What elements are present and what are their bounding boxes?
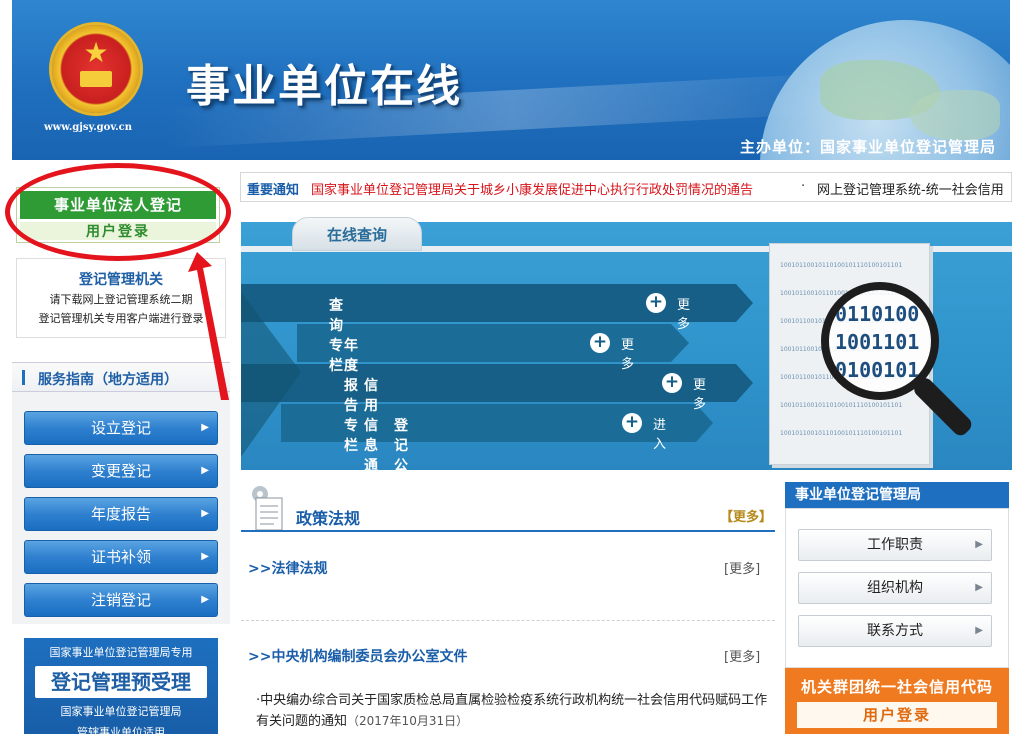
- plus-circle-icon[interactable]: +: [662, 373, 682, 393]
- article-link[interactable]: ·中央编办综合司关于国家质检总局直属检验检疫系统行政机构统一社会信用代码赋码工作…: [256, 690, 776, 732]
- registration-authority-box[interactable]: 登记管理机关 请下载网上登记管理系统二期 登记管理机关专用客户端进行登录: [16, 258, 226, 338]
- more-link[interactable]: 更多: [621, 334, 634, 372]
- organization-button[interactable]: 组织机构 ▶: [798, 572, 992, 604]
- policy-title: 政策法规: [296, 509, 361, 528]
- notice-second-link[interactable]: 网上登记管理系统-统一社会信用: [817, 179, 1004, 198]
- article-date: （2017年10月31日）: [347, 714, 469, 728]
- plus-circle-icon[interactable]: +: [622, 413, 642, 433]
- pre-acceptance-banner[interactable]: 国家事业单位登记管理局专用 登记管理预受理 国家事业单位登记管理局 管辖事业单位…: [24, 638, 218, 734]
- certificate-reissue-button[interactable]: 证书补领 ▶: [24, 540, 218, 574]
- change-registration-button[interactable]: 变更登记 ▶: [24, 454, 218, 488]
- document-gear-icon: [252, 486, 283, 531]
- registration-authority-title: 登记管理机关: [79, 272, 163, 288]
- civil-code-box: 机关群团统一社会信用代码 用户登录: [785, 668, 1009, 734]
- notice-separator: ·: [801, 179, 806, 194]
- registration-authority-line2: 登记管理机关专用客户端进行登录: [38, 312, 204, 325]
- plus-circle-icon[interactable]: +: [646, 293, 666, 313]
- arrow-right-icon: ▶: [975, 625, 983, 636]
- row-label: 查询专栏: [329, 298, 343, 374]
- registration-authority-line1: 请下载网上登记管理系统二期: [49, 293, 193, 306]
- magnifier-icon: 0110100 1001101 0100101: [821, 282, 939, 400]
- row-label: 年度报告专栏: [344, 338, 358, 454]
- national-emblem-icon: ★: [52, 25, 140, 113]
- row-label: 登记公告: [394, 418, 408, 494]
- row-label: 信用信息通报: [364, 378, 378, 494]
- arrow-right-icon: ▶: [201, 422, 209, 433]
- arrow-right-icon: ▶: [201, 551, 209, 562]
- pre-acceptance-line2: 国家事业单位登记管理局: [60, 705, 182, 718]
- laws-regulations-link[interactable]: >>法律法规: [248, 558, 327, 578]
- pre-acceptance-line1: 国家事业单位登记管理局专用: [49, 646, 193, 659]
- pre-acceptance-title: 登记管理预受理: [35, 666, 207, 698]
- annual-report-button[interactable]: 年度报告 ▶: [24, 497, 218, 531]
- page: ★ www.gjsy.gov.cn 事业单位在线 主办单位：国家事业单位登记管理…: [0, 0, 1024, 734]
- central-docs-more-link[interactable]: [更多]: [724, 646, 760, 665]
- important-notice-bar: 重要通知 国家事业单位登记管理局关于城乡小康发展促进中心执行行政处罚情况的通告 …: [240, 172, 1012, 202]
- site-title: 事业单位在线: [186, 61, 462, 112]
- pre-acceptance-line3: 管辖事业单位适用: [77, 726, 165, 734]
- annotation-ellipse: [5, 163, 231, 261]
- setup-registration-button[interactable]: 设立登记 ▶: [24, 411, 218, 445]
- policy-more-link[interactable]: 【更多】: [720, 506, 772, 525]
- arrow-right-icon: ▶: [975, 539, 983, 550]
- host-organization: 主办单位：国家事业单位登记管理局: [739, 138, 996, 156]
- arrow-right-icon: ▶: [201, 508, 209, 519]
- contact-button[interactable]: 联系方式 ▶: [798, 615, 992, 647]
- civil-code-login-button[interactable]: 用户登录: [797, 702, 997, 728]
- notice-headline-link[interactable]: 国家事业单位登记管理局关于城乡小康发展促进中心执行行政处罚情况的通告: [311, 179, 753, 198]
- central-committee-docs-link[interactable]: >>中央机构编制委员会办公室文件: [248, 646, 467, 666]
- arrow-right-icon: ▶: [201, 465, 209, 476]
- arrow-right-icon: ▶: [201, 594, 209, 605]
- cancellation-registration-button[interactable]: 注销登记 ▶: [24, 583, 218, 617]
- more-link[interactable]: 更多: [693, 374, 706, 412]
- service-guide-title: 服务指南（地方适用）: [38, 372, 178, 388]
- more-link[interactable]: 更多: [677, 294, 690, 332]
- arrow-right-icon: ▶: [975, 582, 983, 593]
- civil-code-title[interactable]: 机关群团统一社会信用代码: [785, 676, 1009, 697]
- laws-more-link[interactable]: [更多]: [724, 558, 760, 577]
- duties-button[interactable]: 工作职责 ▶: [798, 529, 992, 561]
- notice-label: 重要通知: [247, 183, 300, 198]
- service-guide-header: 服务指南（地方适用）: [12, 362, 230, 392]
- enter-link[interactable]: 进入: [653, 414, 666, 452]
- site-url: www.gjsy.gov.cn: [44, 122, 132, 133]
- plus-circle-icon[interactable]: +: [590, 333, 610, 353]
- registry-bureau-title: 事业单位登记管理局: [785, 482, 1009, 508]
